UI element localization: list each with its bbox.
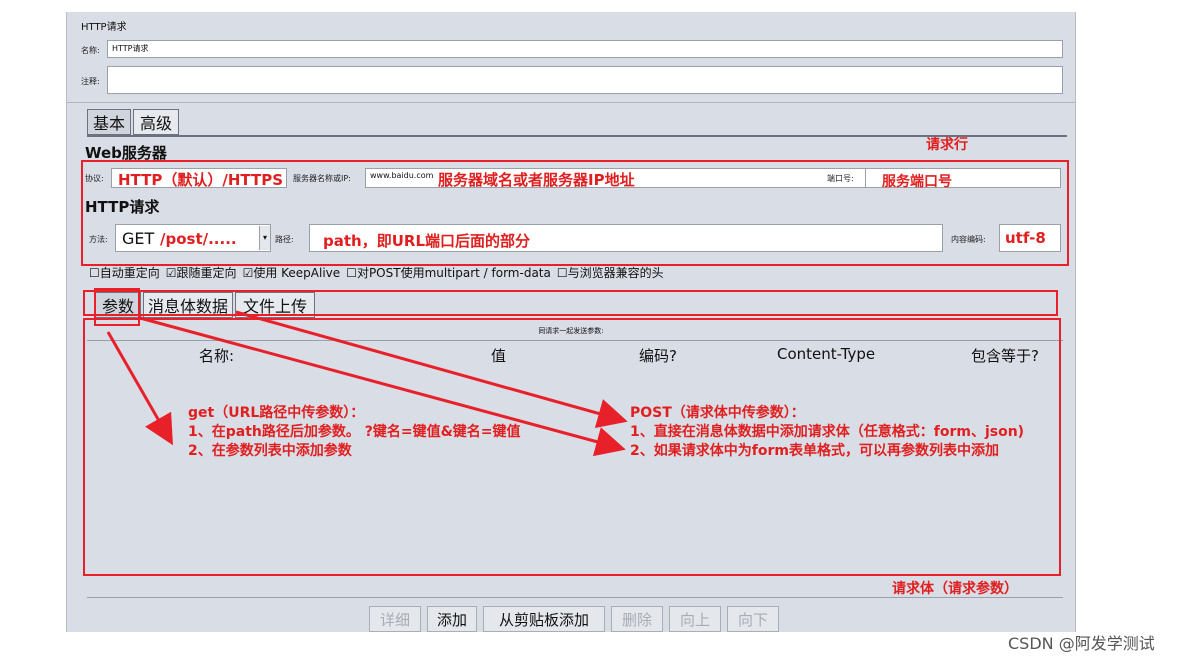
arrow-body-to-post	[235, 310, 628, 428]
annotation-arrows	[106, 310, 628, 457]
watermark: CSDN @阿发学测试	[1008, 634, 1155, 653]
arrow-params-to-get	[106, 331, 173, 446]
arrow-params-to-post	[139, 316, 626, 457]
